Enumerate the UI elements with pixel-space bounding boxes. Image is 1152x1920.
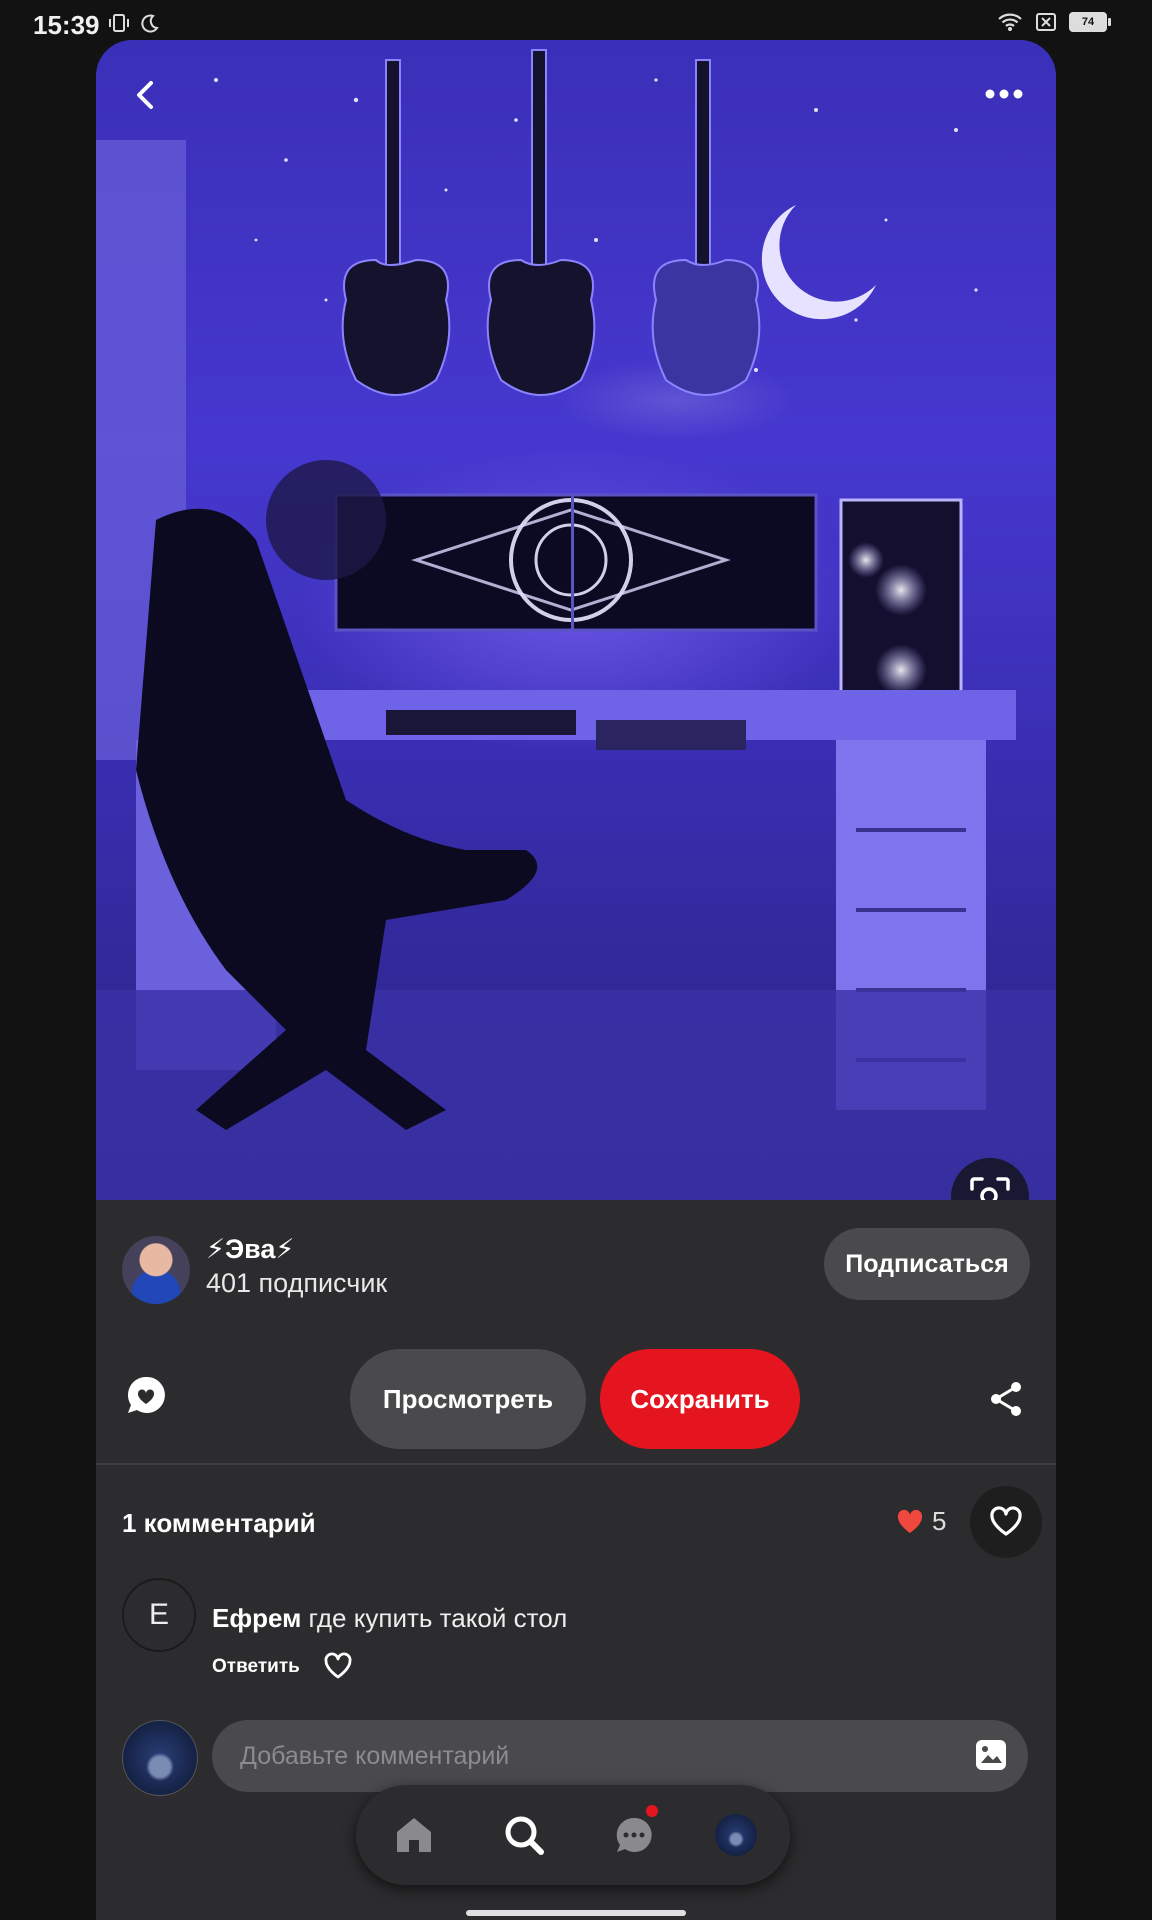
comment-author[interactable]: Ефрем — [212, 1603, 301, 1633]
sim-icon — [1036, 13, 1056, 31]
vibrate-icon — [109, 14, 129, 32]
save-button[interactable]: Сохранить — [600, 1349, 800, 1449]
chat-icon — [616, 1817, 652, 1852]
nav-home[interactable] — [386, 1807, 442, 1863]
comment-reaction-icon[interactable] — [124, 1373, 168, 1417]
comment-text: где купить такой стол — [301, 1603, 568, 1633]
comment-like-icon[interactable] — [322, 1650, 354, 1682]
home-indicator[interactable] — [466, 1910, 686, 1916]
nav-search[interactable] — [496, 1807, 552, 1863]
divider — [96, 1463, 1056, 1465]
back-icon[interactable] — [126, 75, 166, 115]
share-icon[interactable] — [986, 1379, 1026, 1419]
notification-dot — [646, 1805, 658, 1817]
moon-icon — [141, 14, 159, 33]
wifi-icon — [998, 13, 1022, 31]
action-bar: Просмотреть Сохранить — [96, 1343, 1056, 1449]
comments-count: 1 комментарий — [122, 1508, 316, 1538]
commenter-avatar[interactable]: Е — [122, 1578, 196, 1652]
current-user-avatar — [122, 1720, 198, 1796]
author-followers: 401 подписчик — [206, 1268, 388, 1298]
author-name[interactable]: ⚡Эва⚡ — [206, 1234, 294, 1265]
lens-search-icon — [970, 1177, 1010, 1200]
author-avatar[interactable] — [122, 1236, 190, 1304]
nav-messages[interactable] — [606, 1805, 662, 1863]
view-button[interactable]: Просмотреть — [350, 1349, 586, 1449]
search-icon — [505, 1816, 544, 1855]
status-time: 15:39 — [33, 10, 100, 40]
battery-icon: 74 — [1069, 12, 1111, 32]
author-row: ⚡Эва⚡ 401 подписчик Подписаться — [122, 1228, 1030, 1308]
bottom-navigation — [356, 1785, 790, 1885]
home-icon — [397, 1818, 431, 1852]
follow-button[interactable]: Подписаться — [824, 1228, 1030, 1300]
comment-input[interactable] — [212, 1720, 1028, 1792]
image-attach-icon[interactable] — [974, 1738, 1008, 1772]
heart-outline-icon — [990, 1506, 1022, 1536]
pin-image[interactable] — [96, 40, 1056, 1200]
reaction-summary[interactable]: 5 — [896, 1506, 946, 1537]
room-illustration — [96, 49, 1056, 1200]
like-button[interactable] — [970, 1486, 1042, 1558]
reply-button[interactable]: Ответить — [212, 1656, 300, 1678]
comment-body: Ефрем где купить такой стол — [212, 1603, 567, 1634]
pin-panel: ⚡Эва⚡ 401 подписчик Подписаться Просмотр… — [96, 40, 1056, 1920]
more-options-icon[interactable] — [982, 74, 1026, 114]
heart-reaction-icon — [897, 1509, 923, 1533]
profile-avatar — [715, 1814, 757, 1856]
nav-profile[interactable] — [708, 1807, 764, 1863]
reaction-count: 5 — [932, 1506, 947, 1536]
